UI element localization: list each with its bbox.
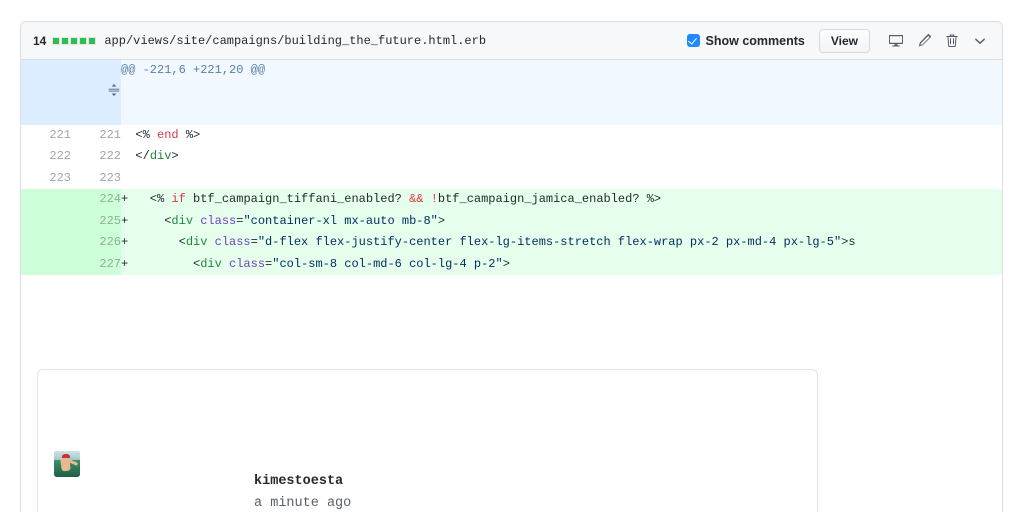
diff-code-cell: + <% if btf_campaign_tiffani_enabled? &&…: [121, 189, 1002, 211]
diff-code-cell: + <div class="col-sm-8 col-md-6 col-lg-4…: [121, 254, 1002, 276]
monitor-icon[interactable]: [882, 28, 910, 54]
diff-count: 14: [33, 34, 46, 48]
diff-line-row[interactable]: 224 + <% if btf_campaign_tiffani_enabled…: [21, 189, 1002, 211]
file-header: 14 app/views/site/campaigns/building_the…: [21, 22, 1002, 60]
line-number-new: 227: [71, 254, 121, 276]
comment-timestamp[interactable]: a minute ago: [254, 496, 351, 511]
inline-comment-row: kimestoesta a minute ago Sections could …: [21, 275, 1002, 512]
line-number-old: 222: [21, 146, 71, 168]
diff-line-row[interactable]: 227 + <div class="col-sm-8 col-md-6 col-…: [21, 254, 1002, 276]
line-number-old: 223: [21, 168, 71, 190]
line-number-new: 224: [71, 189, 121, 211]
line-number-old: [21, 232, 71, 254]
view-button[interactable]: View: [819, 29, 870, 53]
diff-code-cell: <% end %>: [121, 125, 1002, 147]
comment-header: kimestoesta a minute ago: [54, 449, 801, 512]
hunk-header-text: @@ -221,6 +221,20 @@: [121, 60, 1002, 125]
avatar[interactable]: [54, 451, 80, 477]
pencil-icon[interactable]: [910, 28, 938, 54]
show-comments-checkbox[interactable]: [687, 34, 700, 47]
diff-code-cell: </div>: [121, 146, 1002, 168]
diffstat-block: [88, 37, 96, 45]
file-path[interactable]: app/views/site/campaigns/building_the_fu…: [104, 34, 486, 48]
line-number-new: 222: [71, 146, 121, 168]
diff-line-row[interactable]: 225 + <div class="container-xl mx-auto m…: [21, 211, 1002, 233]
diff-line-row[interactable]: 226 + <div class="d-flex flex-justify-ce…: [21, 232, 1002, 254]
chevron-down-icon[interactable]: [966, 28, 994, 54]
github-diff-view: 14 app/views/site/campaigns/building_the…: [0, 0, 1024, 512]
diff-code-cell: + <div class="d-flex flex-justify-center…: [121, 232, 1002, 254]
line-number-old: [21, 254, 71, 276]
expand-lines-button[interactable]: [21, 60, 121, 125]
line-number-new: 221: [71, 125, 121, 147]
diff-code-cell: + <div class="container-xl mx-auto mb-8"…: [121, 211, 1002, 233]
line-number-new: 223: [71, 168, 121, 190]
line-number-new: 226: [71, 232, 121, 254]
diffstat-block: [70, 37, 78, 45]
diffstat-block: [52, 37, 60, 45]
diff-table: @@ -221,6 +221,20 @@ 221 221 <% end %> 2…: [21, 60, 1002, 512]
comment-author[interactable]: kimestoesta: [254, 474, 343, 489]
comment-byline: kimestoesta a minute ago: [92, 449, 351, 512]
line-number-old: [21, 189, 71, 211]
line-number-old: 221: [21, 125, 71, 147]
diff-hunk-row: @@ -221,6 +221,20 @@: [21, 60, 1002, 125]
diffstat-block: [79, 37, 87, 45]
line-number-old: [21, 211, 71, 233]
file-diff-container: 14 app/views/site/campaigns/building_the…: [20, 21, 1003, 512]
line-number-new: 225: [71, 211, 121, 233]
diffstat-block: [61, 37, 69, 45]
diff-code-cell: [121, 168, 1002, 190]
diff-line-row[interactable]: 221 221 <% end %>: [21, 125, 1002, 147]
show-comments-toggle[interactable]: Show comments: [687, 34, 805, 48]
show-comments-label: Show comments: [706, 34, 805, 48]
file-header-actions: Show comments View: [687, 28, 994, 54]
diff-line-row[interactable]: 222 222 </div>: [21, 146, 1002, 168]
diff-line-row[interactable]: 223 223: [21, 168, 1002, 190]
review-comment-card: kimestoesta a minute ago Sections could …: [37, 369, 818, 512]
trash-icon[interactable]: [938, 28, 966, 54]
diffstat-bar: [52, 37, 96, 45]
